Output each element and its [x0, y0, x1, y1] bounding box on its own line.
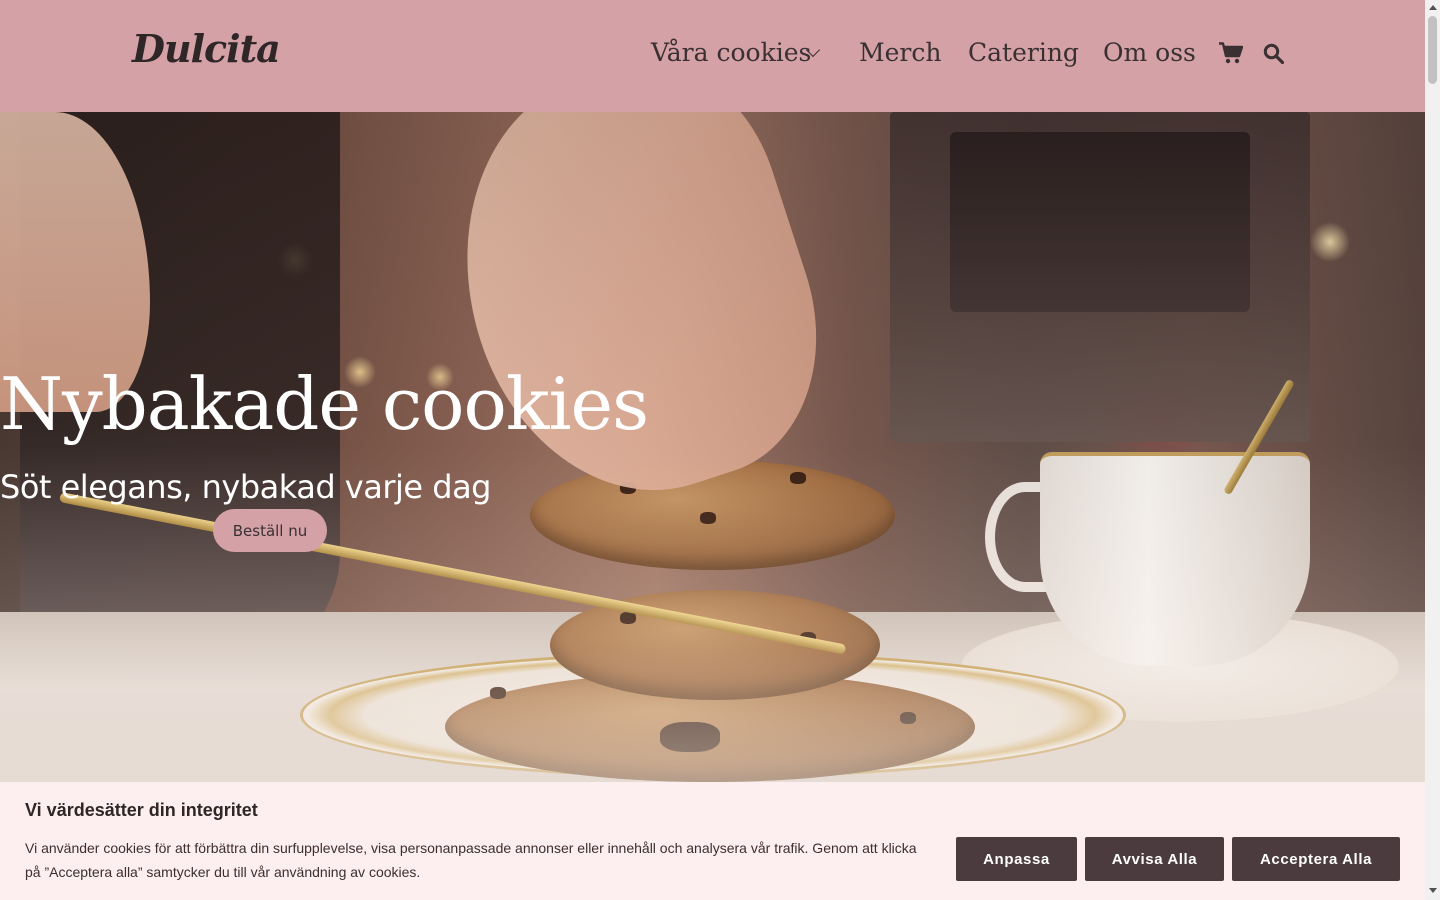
- hero-title: Nybakade cookies: [0, 362, 649, 446]
- hero-subtitle: Söt elegans, nybakad varje dag: [0, 468, 491, 506]
- reject-all-button[interactable]: Avvisa Alla: [1085, 837, 1224, 881]
- scroll-up-icon[interactable]: [1429, 5, 1437, 10]
- nav-item-vara-cookies[interactable]: Våra cookies: [651, 38, 811, 67]
- hero-overlay: [0, 112, 1425, 782]
- nav-item-catering[interactable]: Catering: [968, 38, 1079, 67]
- scroll-down-icon[interactable]: [1429, 888, 1437, 893]
- consent-text: Vi använder cookies för att förbättra di…: [25, 840, 917, 880]
- consent-title: Vi värdesätter din integritet: [25, 800, 258, 820]
- cart-icon[interactable]: [1219, 42, 1243, 64]
- page-scrollbar[interactable]: [1425, 0, 1440, 900]
- cookie-consent-banner: Vi värdesätter din integritet Vi använde…: [0, 782, 1425, 900]
- order-now-button[interactable]: Beställ nu: [213, 509, 327, 552]
- scroll-thumb[interactable]: [1428, 16, 1437, 84]
- customize-button[interactable]: Anpassa: [956, 837, 1077, 881]
- site-header: Dulcita Våra cookies Merch Catering Om o…: [0, 0, 1425, 112]
- hero-banner: Nybakade cookies Söt elegans, nybakad va…: [0, 112, 1425, 782]
- nav-item-merch[interactable]: Merch: [859, 38, 941, 67]
- accept-all-button[interactable]: Acceptera Alla: [1232, 837, 1400, 881]
- nav-item-om-oss[interactable]: Om oss: [1103, 38, 1196, 67]
- site-logo[interactable]: Dulcita: [132, 26, 281, 71]
- search-icon[interactable]: [1263, 43, 1284, 64]
